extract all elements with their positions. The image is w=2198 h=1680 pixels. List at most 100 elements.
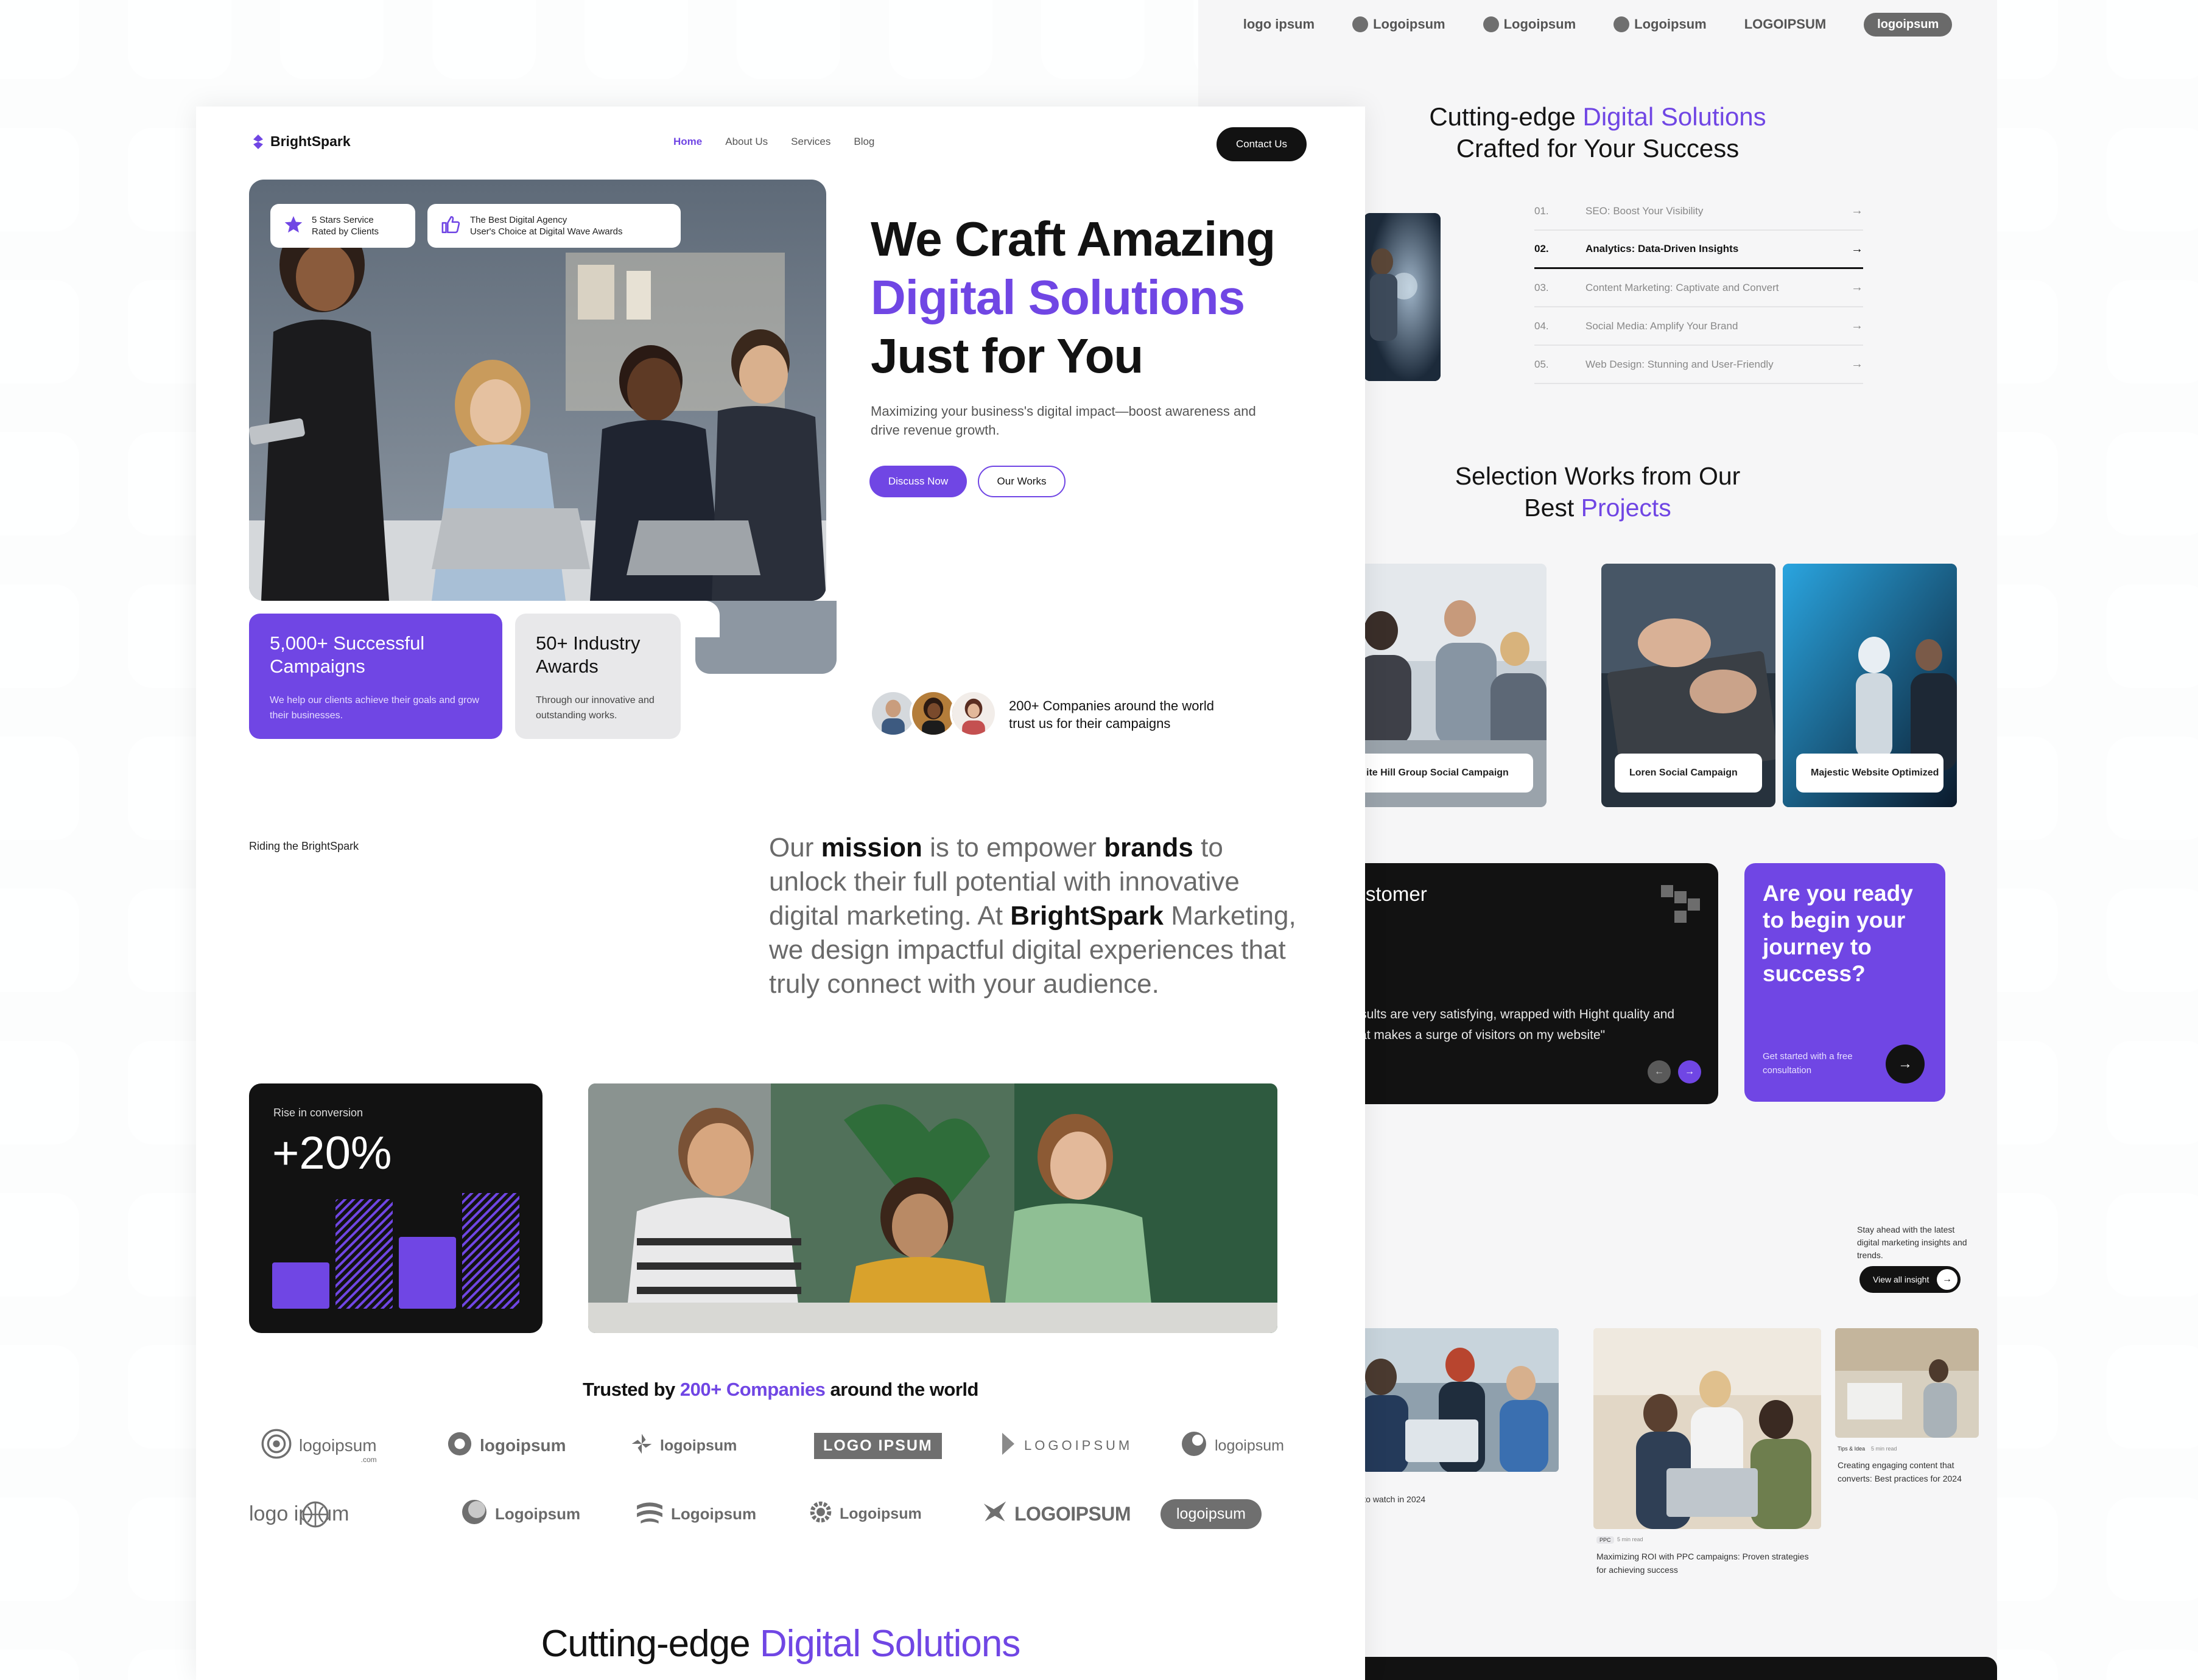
partner-logo: LOGO IPSUM (814, 1427, 942, 1464)
partner-logo: logoipsum (631, 1427, 737, 1464)
blog-image[interactable] (1593, 1328, 1821, 1529)
hero-subtitle: Maximizing your business's digital impac… (871, 404, 1256, 438)
contact-us-button[interactable]: Contact Us (1217, 127, 1307, 161)
bird-logo-icon (983, 1499, 1007, 1528)
background-tile (0, 584, 79, 688)
testimonial-quote: e results are very satisfying, wrapped w… (1338, 1007, 1675, 1042)
next-arrow-icon[interactable]: → (1678, 1060, 1701, 1083)
work-card-title: ite Hill Group Social Campaign (1352, 754, 1533, 793)
nav-link-home[interactable]: Home (673, 136, 702, 148)
service-row[interactable]: 03. Content Marketing: Captivate and Conv… (1534, 269, 1863, 307)
services-list: 01. SEO: Boost Your Visibility → 02. Analyti… (1534, 192, 1863, 384)
nav-link-blog[interactable]: Blog (854, 136, 874, 148)
background-tile (0, 1650, 79, 1680)
avatar (950, 690, 997, 737)
service-row[interactable]: 05. Web Design: Stunning and User-Friendl… (1534, 346, 1863, 384)
thumbs-up-icon (441, 214, 462, 238)
logo-text: logoipsum (480, 1436, 566, 1455)
logo-item: LOGOIPSUM (1744, 16, 1827, 32)
our-works-button[interactable]: Our Works (978, 466, 1066, 497)
swirl-logo-icon (1181, 1430, 1207, 1461)
logo-subtext: .com (360, 1455, 377, 1464)
star-icon (284, 215, 303, 237)
conversion-bars-graphic (272, 1193, 519, 1309)
brand-logo[interactable]: BrightSpark (253, 133, 351, 150)
waves-logo-icon (636, 1498, 664, 1530)
badge-line: Rated by Clients (312, 226, 379, 237)
cta-arrow-button[interactable]: → (1886, 1045, 1925, 1083)
hero-title-line: We Craft Amazing (871, 212, 1276, 266)
blog-caption: Creating engaging content that converts:… (1838, 1460, 1962, 1483)
conversion-label: Rise in conversion (273, 1107, 363, 1119)
hero-title: We Craft Amazing Digital Solutions Just … (871, 210, 1346, 385)
arrow-right-icon: → (1851, 281, 1863, 294)
testimonial-card: customerg e results are very satisfying,… (1338, 863, 1718, 1104)
team-photo (588, 1083, 1277, 1333)
logo-text: Logoipsum (840, 1505, 922, 1522)
background-tile (0, 1041, 79, 1144)
partner-logo: logoipsum .com (261, 1427, 377, 1464)
background-tile (889, 0, 992, 79)
service-row[interactable]: 01. SEO: Boost Your Visibility → (1534, 192, 1863, 231)
partner-logo: Logoipsum (809, 1496, 922, 1532)
prev-arrow-icon[interactable]: ← (1648, 1060, 1671, 1083)
logo-item: logoipsum (1864, 12, 1953, 37)
arrow-logo-icon (1000, 1432, 1017, 1460)
blog-image[interactable] (1338, 1328, 1559, 1472)
trusted-text: around the world (825, 1379, 979, 1400)
background-tile (2107, 280, 2198, 383)
trusted-heading: Trusted by 200+ Companies around the wor… (196, 1379, 1365, 1401)
hero-title-line: Just for You (871, 329, 1143, 383)
conversion-value: +20% (272, 1127, 392, 1179)
brand-mark-icon (253, 134, 263, 149)
work-card[interactable]: Loren Social Campaign (1601, 564, 1775, 807)
mission-keyword: brands (1104, 833, 1193, 863)
blog-hint: Stay ahead with the latest digital marke… (1857, 1225, 1967, 1260)
partner-logo: logoipsum (1181, 1427, 1284, 1464)
background-tile (2107, 889, 2198, 992)
service-label: Social Media: Amplify Your Brand (1585, 320, 1738, 332)
heading-highlight: Digital Solutions (759, 1623, 1021, 1665)
logo-text: logoipsum (299, 1436, 377, 1455)
background-tile (2107, 1193, 2198, 1297)
work-card[interactable]: Majestic Website Optimized (1783, 564, 1957, 807)
background-tile (0, 280, 79, 383)
service-row[interactable]: 02. Analytics: Data-Driven Insights → (1534, 231, 1863, 269)
nav-link-about[interactable]: About Us (725, 136, 768, 148)
quote-mark-icon (1661, 885, 1701, 931)
logo-text: LOGOIPSUM (1014, 1502, 1131, 1525)
background-tile (2107, 1041, 2198, 1144)
background-tile (585, 0, 688, 79)
trust-line: 200+ Companies around the world (1009, 698, 1214, 713)
back-logo-strip: logo ipsum Logoipsum Logoipsum Logoipsum… (1198, 0, 1997, 49)
service-number: 05. (1534, 358, 1549, 370)
work-card-title: Majestic Website Optimized (1796, 754, 1943, 793)
view-all-insight-button[interactable]: View all insight → (1859, 1266, 1961, 1293)
arrow-right-icon: → (1851, 242, 1863, 256)
work-card[interactable]: ite Hill Group Social Campaign (1338, 564, 1547, 807)
badge-line: User's Choice at Digital Wave Awards (470, 226, 623, 237)
blog-image[interactable] (1835, 1328, 1979, 1438)
cta-card: Are you ready to begin your journey to s… (1744, 863, 1945, 1102)
background-tile (2107, 128, 2198, 231)
partner-logo: LOGOIPSUM (983, 1496, 1131, 1532)
nav-link-services[interactable]: Services (791, 136, 830, 148)
partner-logo: Logoipsum (461, 1496, 580, 1532)
badge-line: 5 Stars Service (312, 215, 374, 225)
trusted-highlight: 200+ Companies (679, 1379, 826, 1400)
stat-title: 50+ Industry Awards (536, 632, 641, 677)
logo-item: Logoipsum (1352, 16, 1445, 32)
service-row[interactable]: 04. Social Media: Amplify Your Brand → (1534, 307, 1863, 346)
partner-logo: LOGOIPSUM (1000, 1427, 1132, 1464)
brand-name: BrightSpark (270, 133, 351, 149)
partner-logo: Logoipsum (636, 1496, 756, 1532)
services-image (1364, 213, 1441, 381)
partner-logo: logoipsum (447, 1427, 566, 1464)
background-tile (2107, 1345, 2198, 1449)
background-tile (0, 1345, 79, 1449)
award-badge: The Best Digital Agency User's Choice at … (427, 204, 681, 248)
target-logo-icon (261, 1429, 292, 1463)
discuss-now-button[interactable]: Discuss Now (869, 466, 967, 497)
arrow-right-icon: → (1937, 1269, 1957, 1290)
nav-links: Home About Us Services Blog (673, 136, 874, 148)
